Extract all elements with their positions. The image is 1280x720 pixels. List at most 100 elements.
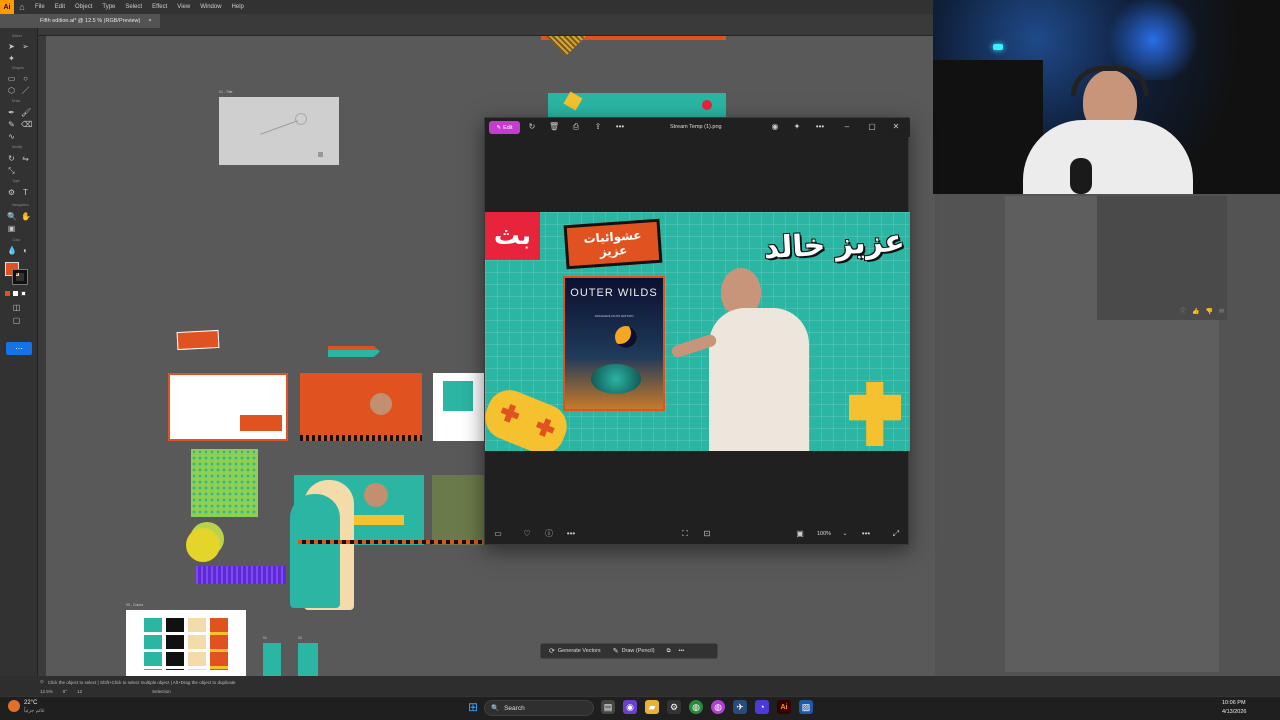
pen-tool-icon[interactable]: ✒ [7,108,16,117]
menu-effect[interactable]: Effect [147,4,172,10]
delete-icon[interactable]: 🗑 [549,122,559,132]
thumbnail-image[interactable]: بث عشوائيات عزيز عزيز خالد OUTER WILDS A… [485,212,910,451]
line-tool-icon[interactable]: ／ [21,86,30,95]
rectangle-tool-icon[interactable]: ▭ [7,74,16,83]
selection-tool-icon[interactable]: ➤ [7,42,16,51]
more-options-button[interactable]: ••• [615,122,625,132]
info-icon[interactable]: ⓘ [544,529,554,539]
bottom-more-button[interactable]: ••• [566,529,576,539]
menu-file[interactable]: File [30,4,50,10]
task-bar-more-button[interactable]: ••• [679,648,685,654]
clock-date[interactable]: 4/13/2026 [1222,709,1246,715]
artboard-colors[interactable] [126,610,246,676]
illustrator-taskbar-icon[interactable]: Ai [777,700,791,714]
zoom-tool-icon[interactable]: 🔍 [7,212,17,221]
artboard-white[interactable] [168,373,288,441]
artboard-title[interactable] [219,97,339,165]
rotate-icon[interactable]: ↻ [527,122,537,132]
filmstrip-icon[interactable]: ▭ [493,529,503,539]
artboard-small-1[interactable] [263,643,281,676]
pencil-tool-icon[interactable]: ✎ [7,120,16,129]
browser-icon[interactable]: ◍ [711,700,725,714]
clock-time[interactable]: 10:06 PM [1222,700,1246,706]
task-view-icon[interactable]: ▤ [601,700,615,714]
menu-object[interactable]: Object [70,4,97,10]
fit-icon[interactable]: ⛶ [680,529,690,539]
start-icon[interactable]: ⊞ [466,700,480,714]
slideshow-icon[interactable]: ▣ [795,529,805,539]
generate-vectors-button[interactable]: Generate Vectors [558,648,601,654]
reflect-tool-icon[interactable]: ⇋ [21,154,30,163]
favorite-icon[interactable]: ♡ [522,529,532,539]
artwork-square [318,152,323,157]
stroke-swatch[interactable] [12,269,28,285]
more-tools-button[interactable]: ••• [815,122,825,132]
artboard-partial[interactable] [433,373,485,441]
designer-icon[interactable]: ✦ [792,122,802,132]
scale-tool-icon[interactable]: ⤡ [7,166,16,175]
actual-size-icon[interactable]: ⊡ [702,529,712,539]
none-mode-icon[interactable] [21,291,26,296]
zoom-dropdown-icon[interactable]: ⌄ [840,529,850,539]
game-cover: OUTER WILDS ARCHAEOLOGIST EDITION [563,276,665,411]
draw-mode-icon[interactable]: ◫ [12,303,21,312]
eraser-tool-icon[interactable]: ⌫ [21,120,32,129]
artboard-orange[interactable] [300,373,422,441]
menu-view[interactable]: View [172,4,195,10]
rotation-value[interactable]: 0° [63,689,67,694]
app-icon[interactable]: ✈ [733,700,747,714]
artboard-navigator[interactable]: 12 [77,689,82,694]
zoom-value[interactable]: 100% [817,531,831,537]
menu-select[interactable]: Select [120,4,147,10]
copilot-taskbar-icon[interactable]: ◉ [623,700,637,714]
file-explorer-icon[interactable]: ▰ [645,700,659,714]
magic-wand-icon[interactable]: ✦ [7,54,16,63]
shaper-tool-icon[interactable]: ∿ [7,132,16,141]
discord-icon[interactable]: ◔ [755,700,769,714]
menu-window[interactable]: Window [195,4,226,10]
menu-edit[interactable]: Edit [50,4,70,10]
brush-tool-icon[interactable]: 🖌 [21,108,31,117]
zoom-more-button[interactable]: ••• [861,529,871,539]
fullscreen-icon[interactable]: ⤢ [891,529,901,539]
settings-taskbar-icon[interactable]: ⚙ [667,700,681,714]
gradient-mode-icon[interactable] [13,291,18,296]
artboard-small-2[interactable] [298,643,318,676]
close-icon[interactable]: ✕ [891,122,901,132]
tab-close-icon[interactable]: × [148,18,151,24]
chrome-icon[interactable]: ◍ [689,700,703,714]
taskbar-search[interactable]: 🔍 Search [484,700,594,716]
copilot-icon[interactable]: ◉ [770,122,780,132]
canvas-right-area[interactable]: ⓘ👍👎✉ [935,194,1280,676]
menu-type[interactable]: Type [97,4,120,10]
gradient-icon[interactable]: ◐ [21,246,30,255]
ellipse-tool-icon[interactable]: ○ [21,74,30,83]
menu-help[interactable]: Help [227,4,249,10]
artboard-tool-icon[interactable]: ▣ [7,224,16,233]
edit-button[interactable]: ✎ Edit [489,121,520,134]
draw-pencil-button[interactable]: Draw (Pencil) [622,648,655,654]
artboard-game[interactable] [432,475,484,545]
title-banner: عشوائيات عزيز [563,218,663,270]
hand-tool-icon[interactable]: ✋ [21,212,31,221]
symbol-tool-icon[interactable]: ⚙ [7,188,16,197]
share-icon[interactable]: ⇪ [593,122,603,132]
home-icon[interactable]: ⌂ [14,0,30,14]
maximize-icon[interactable]: ▢ [867,122,877,132]
eyedropper-icon[interactable]: 💧 [7,246,17,255]
weather-icon[interactable] [8,700,20,712]
zoom-level[interactable]: 12.5% [40,689,53,694]
direct-selection-icon[interactable]: ➢ [21,42,30,51]
document-tab[interactable]: Fifth edition.ai* @ 12.5 % (RGB/Preview)… [0,14,160,28]
task-bar-options-icon[interactable]: ⧉ [667,648,671,655]
color-mode-icon[interactable] [5,291,10,296]
type-tool-icon[interactable]: T [21,188,30,197]
edit-toolbar-icon[interactable]: ⋯ [6,342,32,355]
print-icon[interactable]: ⎙ [571,122,581,132]
minimize-icon[interactable]: – [842,122,852,132]
polygon-tool-icon[interactable]: ⬡ [7,86,16,95]
screen-mode-icon[interactable]: ▢ [12,316,21,325]
photos-taskbar-icon[interactable]: ▨ [799,700,813,714]
rotate-tool-icon[interactable]: ↻ [7,154,16,163]
weather-temp[interactable]: 22°C [24,700,37,706]
